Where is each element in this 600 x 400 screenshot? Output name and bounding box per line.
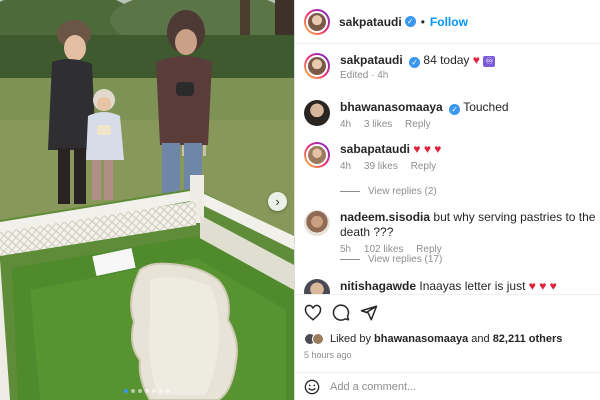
reply-button[interactable]: Reply [405, 119, 431, 130]
comment-icon[interactable] [332, 304, 350, 322]
post-actions: Liked by bhawanasomaaya and 82,211 other… [295, 294, 600, 372]
carousel-indicator [0, 389, 294, 393]
view-replies-label: View replies (2) [368, 186, 437, 197]
comment-item: bhawanasomaaya ✓ Touched 4h 3 likes Repl… [304, 100, 509, 130]
replies-line [340, 191, 360, 192]
comment-likes[interactable]: 39 likes [364, 161, 398, 172]
commenter-avatar[interactable] [304, 142, 330, 168]
commenter-username[interactable]: sabapataudi [340, 142, 410, 156]
commenter-avatar[interactable] [304, 100, 330, 126]
carousel-dot [145, 389, 149, 393]
liked-by-summary: Liked by bhawanasomaaya and 82,211 other… [304, 333, 562, 345]
post-timestamp[interactable]: 5 hours ago [304, 350, 352, 360]
emoji-icon[interactable] [304, 379, 320, 395]
carousel-dot [138, 389, 142, 393]
liked-by-others[interactable]: 82,211 others [493, 333, 563, 345]
heart-emoji-icon: ♥ [472, 53, 480, 67]
view-replies-label: View replies (17) [368, 254, 443, 265]
next-photo-button[interactable]: › [268, 192, 287, 211]
share-icon[interactable] [360, 304, 378, 322]
post-photo [0, 0, 294, 400]
verified-badge-icon: ✓ [449, 104, 461, 115]
comment-text: Touched [463, 100, 509, 114]
heart-emoji-icon: ♥ ♥ ♥ [528, 279, 557, 293]
reply-button[interactable]: Reply [411, 161, 437, 172]
post-media: › [0, 0, 294, 400]
liker-avatar [312, 333, 324, 345]
comment-item: nitishagawde Inaayas letter is just ♥ ♥ … [304, 279, 557, 294]
infinity-emoji-icon: ♾ [483, 56, 496, 67]
carousel-dot [131, 389, 135, 393]
post-caption: sakpataudi ✓ 84 today ♥ ♾ Edited · 4h [304, 53, 496, 81]
post-details-panel: sakpataudi ✓ • Follow sakpataudi ✓ 84 to… [295, 0, 600, 400]
chevron-right-icon: › [275, 194, 280, 209]
liked-by-prefix: Liked by [330, 333, 371, 345]
comment-likes[interactable]: 3 likes [364, 119, 392, 130]
carousel-dot [166, 389, 170, 393]
carousel-dot [124, 389, 128, 393]
author-avatar[interactable] [304, 53, 330, 79]
heart-emoji-icon: ♥ ♥ ♥ [413, 142, 442, 156]
verified-badge-icon: ✓ [404, 16, 416, 27]
comment-time: 4h [340, 119, 352, 130]
comments-list[interactable]: sakpataudi ✓ 84 today ♥ ♾ Edited · 4h bh… [295, 44, 600, 294]
comment-input[interactable] [330, 380, 570, 393]
verified-badge-icon: ✓ [409, 57, 421, 68]
carousel-dot [152, 389, 156, 393]
view-replies-button[interactable]: View replies (17) [340, 254, 442, 265]
heart-icon[interactable] [304, 304, 322, 322]
commenter-username[interactable]: nitishagawde [340, 279, 416, 293]
comment-item: nadeem.sisodia but why serving pastries … [304, 210, 600, 255]
view-replies-button[interactable]: View replies (2) [340, 186, 437, 197]
commenter-avatar[interactable] [304, 279, 330, 294]
comment-item: sabapataudi ♥ ♥ ♥ 4h 39 likes Reply [304, 142, 446, 172]
comment-text: Inaayas letter is just [419, 279, 526, 293]
caption-username[interactable]: sakpataudi [340, 53, 403, 67]
follow-button[interactable]: Follow [430, 15, 468, 29]
author-avatar[interactable] [304, 8, 330, 35]
post-header: sakpataudi ✓ • Follow [295, 0, 600, 44]
caption-text: 84 today [423, 53, 470, 67]
commenter-avatar[interactable] [304, 210, 330, 236]
liked-by-user[interactable]: bhawanasomaaya [374, 333, 468, 345]
liked-by-and: and [471, 333, 490, 345]
commenter-username[interactable]: nadeem.sisodia [340, 210, 430, 224]
commenter-username[interactable]: bhawanasomaaya [340, 100, 443, 114]
edited-label: Edited · 4h [340, 70, 389, 81]
comment-time: 4h [340, 161, 352, 172]
add-comment-bar [295, 372, 600, 400]
replies-line [340, 259, 360, 260]
carousel-dot [159, 389, 163, 393]
author-username[interactable]: sakpataudi [339, 15, 402, 29]
separator-dot: • [420, 14, 425, 29]
